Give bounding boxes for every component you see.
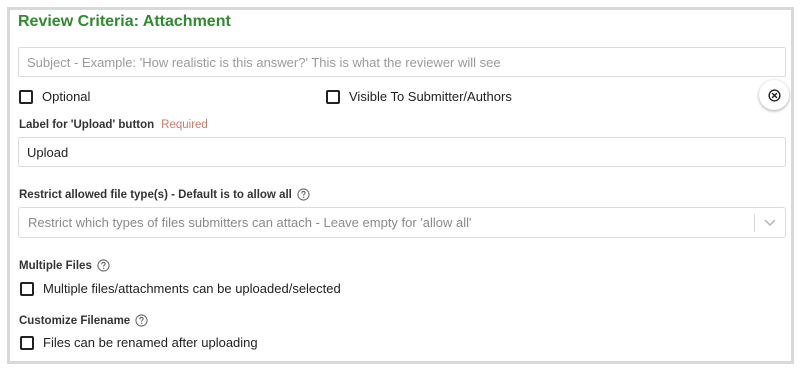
visible-option[interactable]: Visible To Submitter/Authors	[326, 89, 512, 104]
upload-label-input[interactable]: Upload	[18, 137, 786, 167]
customize-filename-label: Customize Filename	[19, 314, 131, 327]
file-types-select[interactable]: Restrict which types of files submitters…	[18, 207, 786, 238]
subject-input[interactable]	[18, 47, 786, 77]
file-types-label: Restrict allowed file type(s) - Default …	[19, 188, 292, 201]
customize-filename-checkbox[interactable]	[20, 335, 34, 350]
customize-filename-option[interactable]: Files can be renamed after uploading	[20, 335, 258, 350]
multiple-files-heading: Multiple Files	[19, 259, 110, 272]
customize-filename-heading: Customize Filename	[19, 314, 148, 327]
multiple-files-option[interactable]: Multiple files/attachments can be upload…	[20, 281, 341, 296]
customize-filename-checkbox-label: Files can be renamed after uploading	[43, 335, 258, 350]
file-types-placeholder: Restrict which types of files submitters…	[28, 215, 472, 230]
close-circle-icon	[767, 88, 781, 102]
upload-label-heading: Label for 'Upload' button Required	[19, 119, 208, 131]
help-icon[interactable]	[297, 188, 310, 201]
chevron-down-icon[interactable]	[755, 219, 785, 227]
section-title: Review Criteria: Attachment	[18, 13, 231, 30]
multiple-files-checkbox-label: Multiple files/attachments can be upload…	[43, 281, 341, 296]
multiple-files-checkbox[interactable]	[20, 281, 34, 296]
upload-label-value: Upload	[27, 144, 69, 160]
optional-label: Optional	[42, 89, 91, 104]
help-icon[interactable]	[97, 259, 110, 272]
optional-checkbox[interactable]	[19, 89, 33, 104]
visible-label: Visible To Submitter/Authors	[349, 89, 512, 104]
upload-label-text: Label for 'Upload' button	[19, 119, 155, 131]
multiple-files-label: Multiple Files	[19, 259, 92, 272]
review-criteria-panel: Review Criteria: Attachment Optional Vis…	[7, 7, 794, 364]
help-icon[interactable]	[135, 314, 148, 327]
visible-checkbox[interactable]	[326, 89, 340, 104]
required-indicator: Required	[161, 119, 208, 131]
remove-criteria-button[interactable]	[759, 80, 789, 110]
file-types-heading: Restrict allowed file type(s) - Default …	[19, 188, 310, 201]
optional-option[interactable]: Optional	[19, 89, 90, 104]
